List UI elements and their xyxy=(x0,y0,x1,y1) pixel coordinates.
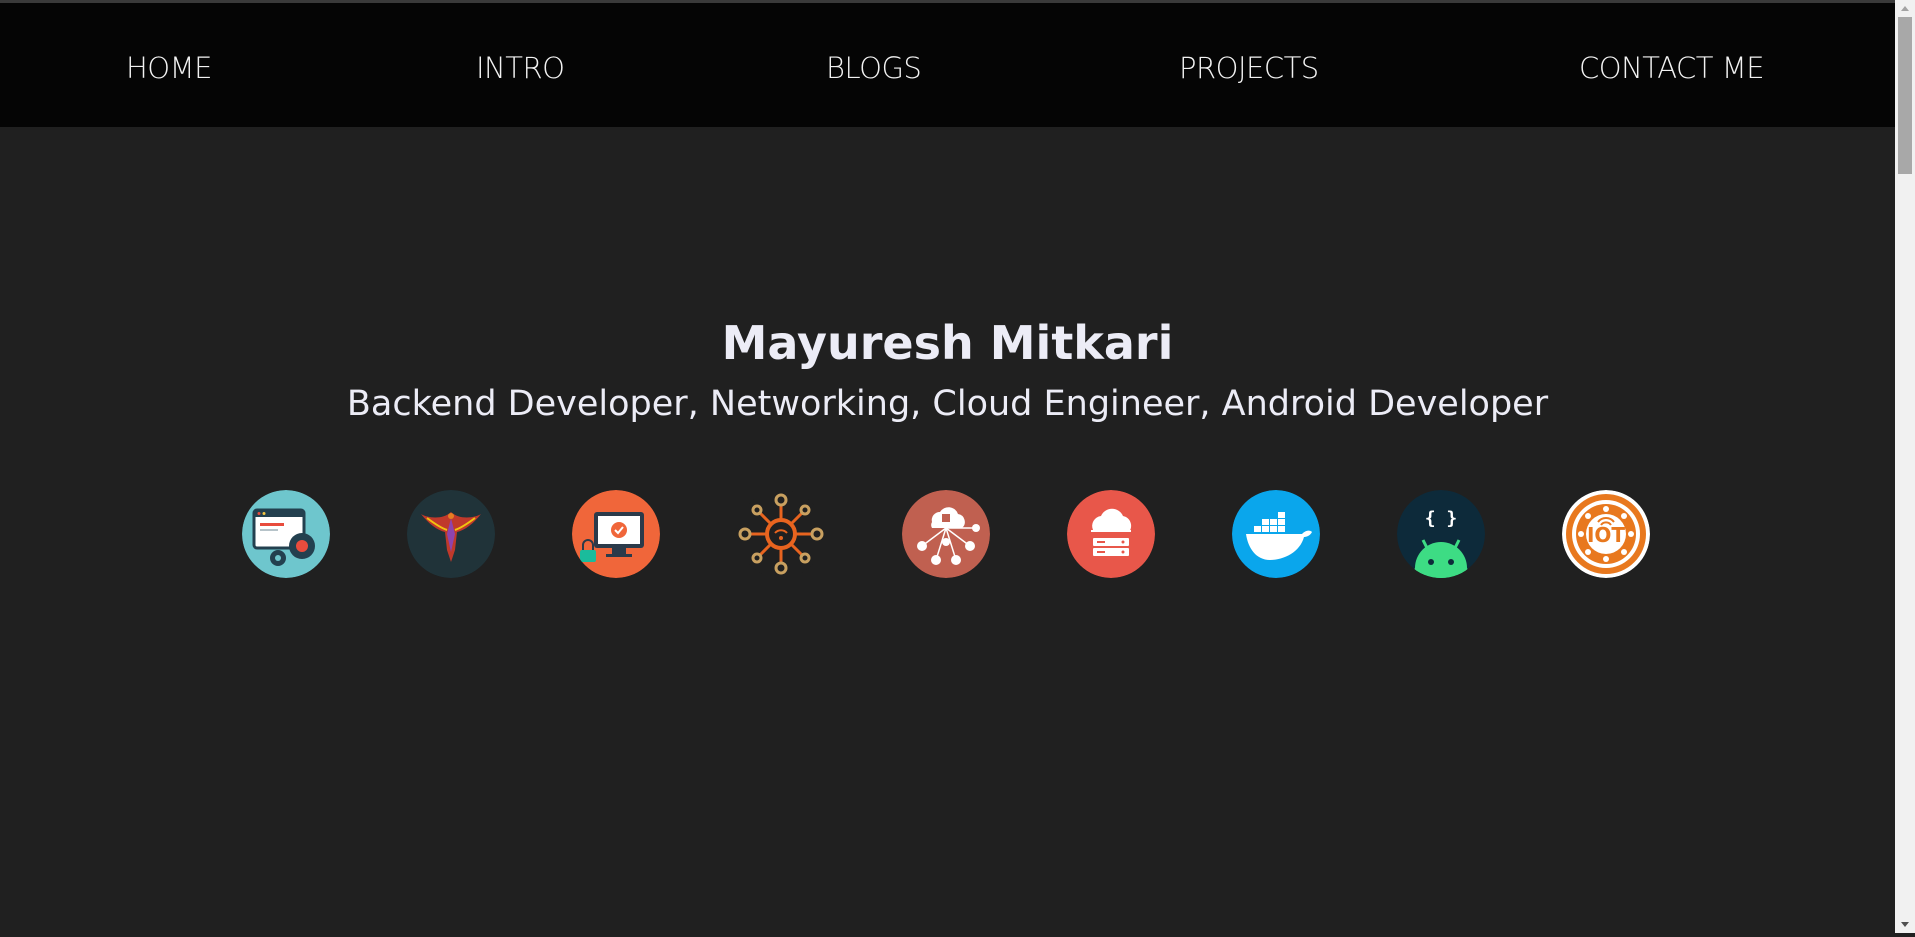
android-dev-icon: { } xyxy=(1397,490,1485,578)
roles-subtitle: Backend Developer, Networking, Cloud Eng… xyxy=(346,384,1549,424)
nav-intro[interactable]: INTRO xyxy=(476,51,565,85)
nav-projects[interactable]: PROJECTS xyxy=(1179,51,1319,85)
vertical-scrollbar[interactable] xyxy=(1895,0,1915,933)
scrollbar-thumb[interactable] xyxy=(1898,17,1912,174)
web-settings-icon xyxy=(242,490,330,578)
nav-home[interactable]: HOME xyxy=(126,51,212,85)
secure-computer-icon xyxy=(572,490,660,578)
page-title: Mayuresh Mitkari xyxy=(721,316,1174,370)
cloud-network-icon xyxy=(902,490,990,578)
docker-icon xyxy=(1232,490,1320,578)
svg-text:{ }: { } xyxy=(1425,508,1458,529)
top-navbar: HOME INTRO BLOGS PROJECTS CONTACT ME xyxy=(0,3,1895,127)
nav-contact-me[interactable]: CONTACT ME xyxy=(1579,51,1765,85)
network-hub-icon xyxy=(737,490,825,578)
svg-text:IOT: IOT xyxy=(1587,523,1625,547)
nav-blogs[interactable]: BLOGS xyxy=(826,51,922,85)
scroll-up-arrow-icon[interactable] xyxy=(1895,0,1915,17)
iot-icon: IOT xyxy=(1562,490,1650,578)
cloud-server-icon xyxy=(1067,490,1155,578)
kali-parrot-icon xyxy=(407,490,495,578)
scroll-down-arrow-icon[interactable] xyxy=(1895,916,1915,933)
